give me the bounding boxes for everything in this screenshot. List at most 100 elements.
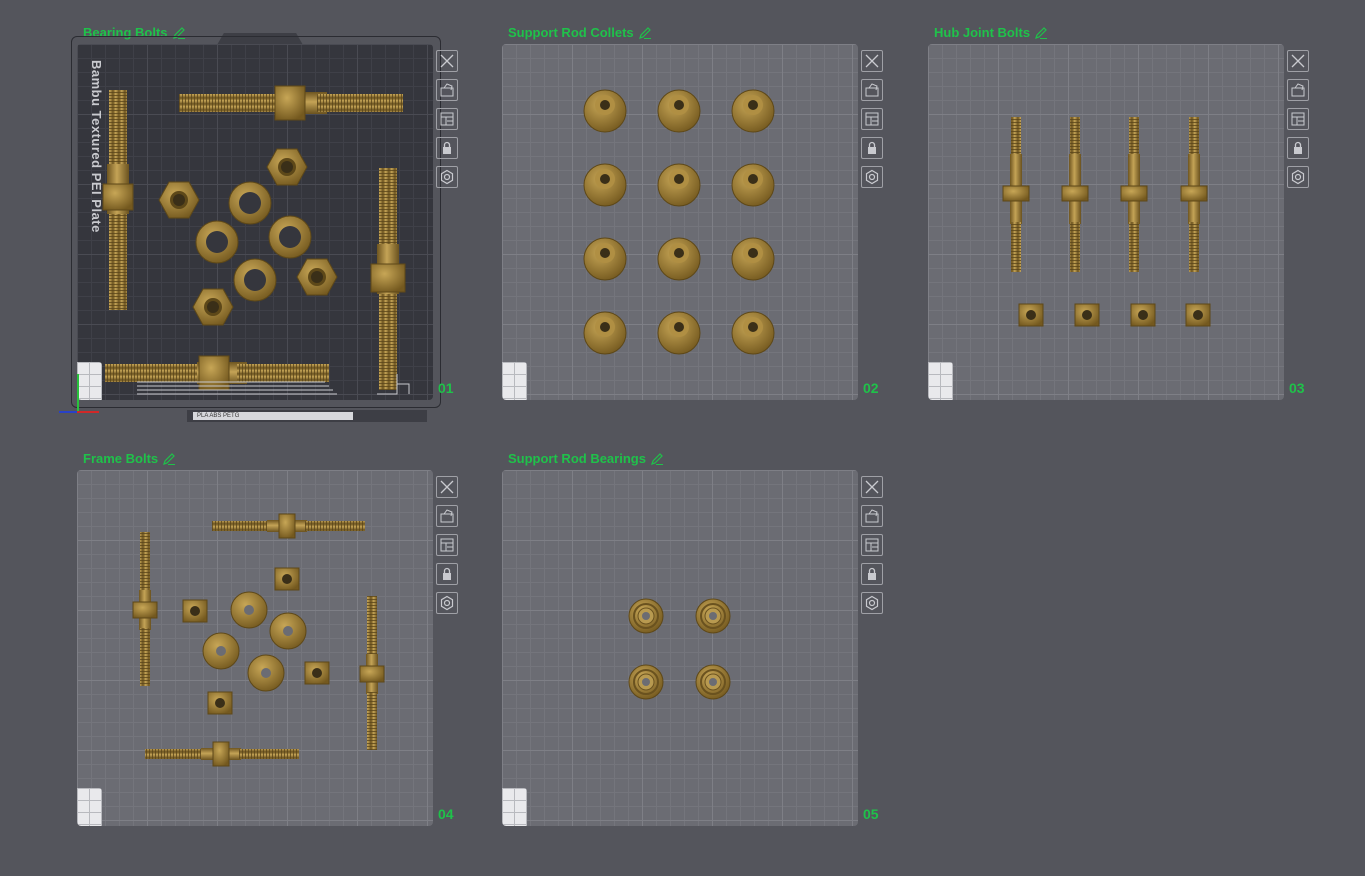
- delete-plate-button[interactable]: [436, 476, 458, 498]
- hex-nut-part[interactable]: [266, 148, 308, 186]
- build-plate-canvas[interactable]: [502, 470, 858, 826]
- plate-settings-button[interactable]: [861, 166, 883, 188]
- lock-plate-button[interactable]: [436, 137, 458, 159]
- plate-2[interactable]: Support Rod Collets 02: [502, 24, 932, 424]
- hex-nut-part[interactable]: [296, 258, 338, 296]
- plate-4[interactable]: Frame Bolts 04: [77, 450, 507, 850]
- collet-part[interactable]: [657, 311, 701, 355]
- bearing-part[interactable]: [628, 598, 664, 634]
- arrange-button[interactable]: [861, 534, 883, 556]
- collet-part[interactable]: [657, 89, 701, 133]
- auto-orient-button[interactable]: [436, 505, 458, 527]
- square-nut-part[interactable]: [1185, 303, 1211, 327]
- plate-settings-button[interactable]: [436, 166, 458, 188]
- lock-plate-button[interactable]: [436, 563, 458, 585]
- plate-title[interactable]: Hub Joint Bolts: [934, 24, 1048, 42]
- plate-corner-marker: [502, 362, 527, 400]
- bearing-part[interactable]: [695, 664, 731, 700]
- plate-title[interactable]: Frame Bolts: [83, 450, 176, 468]
- arrange-button[interactable]: [861, 108, 883, 130]
- bolt-part[interactable]: [1180, 117, 1208, 272]
- plate-title[interactable]: Bearing Bolts: [83, 24, 186, 42]
- washer-part[interactable]: [228, 181, 272, 225]
- hex-nut-part[interactable]: [158, 181, 200, 219]
- bearing-part[interactable]: [628, 664, 664, 700]
- bolt-part[interactable]: [1061, 117, 1089, 272]
- bolt-part[interactable]: [179, 85, 403, 121]
- washer-part[interactable]: [195, 220, 239, 264]
- pencil-icon[interactable]: [650, 452, 664, 466]
- plate-title[interactable]: Support Rod Bearings: [508, 450, 664, 468]
- pencil-icon[interactable]: [172, 26, 186, 40]
- square-nut-part[interactable]: [1018, 303, 1044, 327]
- build-plate-canvas[interactable]: [77, 470, 433, 826]
- delete-plate-button[interactable]: [861, 50, 883, 72]
- bolt-part[interactable]: [102, 90, 134, 310]
- lock-plate-button[interactable]: [1287, 137, 1309, 159]
- build-plate-canvas[interactable]: Bambu Textured PEI Plate: [77, 44, 433, 400]
- delete-plate-button[interactable]: [436, 50, 458, 72]
- lock-icon: [864, 140, 880, 156]
- collet-part[interactable]: [583, 311, 627, 355]
- collet-part[interactable]: [731, 311, 775, 355]
- square-nut-part[interactable]: [182, 599, 208, 623]
- arrange-button[interactable]: [1287, 108, 1309, 130]
- auto-orient-button[interactable]: [436, 79, 458, 101]
- collet-part[interactable]: [731, 237, 775, 281]
- arrange-button[interactable]: [436, 108, 458, 130]
- washer-part[interactable]: [247, 654, 285, 692]
- bolt-part[interactable]: [212, 513, 365, 539]
- washer-part[interactable]: [268, 215, 312, 259]
- bolt-part[interactable]: [132, 532, 158, 686]
- pencil-icon[interactable]: [638, 26, 652, 40]
- pencil-icon[interactable]: [1034, 26, 1048, 40]
- washer-part[interactable]: [230, 591, 268, 629]
- delete-plate-button[interactable]: [1287, 50, 1309, 72]
- bolt-part[interactable]: [1120, 117, 1148, 272]
- bearing-part[interactable]: [695, 598, 731, 634]
- collet-part[interactable]: [583, 89, 627, 133]
- collet-part[interactable]: [731, 163, 775, 207]
- auto-orient-button[interactable]: [861, 79, 883, 101]
- plate-5[interactable]: Support Rod Bearings 05: [502, 450, 932, 850]
- collet-part[interactable]: [583, 163, 627, 207]
- plate-1[interactable]: Bearing Bolts Bambu Textured PEI Plate P…: [59, 24, 507, 424]
- bolt-part[interactable]: [370, 168, 406, 390]
- orient-icon: [439, 508, 455, 524]
- plate-number: 02: [863, 380, 879, 396]
- square-nut-part[interactable]: [1130, 303, 1156, 327]
- washer-part[interactable]: [269, 612, 307, 650]
- bolt-part[interactable]: [145, 741, 299, 767]
- collet-part[interactable]: [657, 237, 701, 281]
- build-plate-canvas[interactable]: [928, 44, 1284, 400]
- orient-icon: [1290, 82, 1306, 98]
- auto-orient-button[interactable]: [861, 505, 883, 527]
- build-plate-canvas[interactable]: [502, 44, 858, 400]
- square-nut-part[interactable]: [274, 567, 300, 591]
- square-nut-part[interactable]: [207, 691, 233, 715]
- delete-plate-button[interactable]: [861, 476, 883, 498]
- auto-orient-button[interactable]: [1287, 79, 1309, 101]
- plate-settings-button[interactable]: [861, 592, 883, 614]
- square-nut-part[interactable]: [304, 661, 330, 685]
- pencil-icon[interactable]: [162, 452, 176, 466]
- arrange-button[interactable]: [436, 534, 458, 556]
- plate-settings-button[interactable]: [436, 592, 458, 614]
- collet-part[interactable]: [731, 89, 775, 133]
- washer-part[interactable]: [233, 258, 277, 302]
- collet-part[interactable]: [657, 163, 701, 207]
- square-nut-part[interactable]: [1074, 303, 1100, 327]
- bolt-part[interactable]: [1002, 117, 1030, 272]
- hex-nut-part[interactable]: [192, 288, 234, 326]
- plate-3[interactable]: Hub Joint Bolts 03: [928, 24, 1358, 424]
- washer-part[interactable]: [202, 632, 240, 670]
- bolt-part[interactable]: [359, 596, 385, 750]
- close-icon: [864, 479, 880, 495]
- lock-plate-button[interactable]: [861, 563, 883, 585]
- collet-part[interactable]: [583, 237, 627, 281]
- plate-title[interactable]: Support Rod Collets: [508, 24, 652, 42]
- arrange-icon: [864, 537, 880, 553]
- lock-plate-button[interactable]: [861, 137, 883, 159]
- plate-settings-button[interactable]: [1287, 166, 1309, 188]
- bolt-part[interactable]: [105, 355, 329, 391]
